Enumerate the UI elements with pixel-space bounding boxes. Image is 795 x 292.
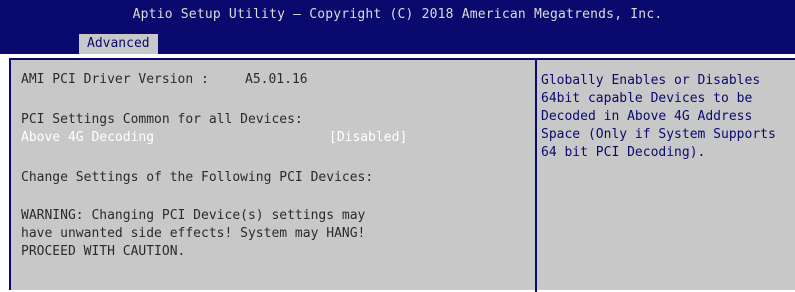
change-settings-heading: Change Settings of the Following PCI Dev… [21, 170, 374, 185]
pci-settings-common-heading: PCI Settings Common for all Devices: [21, 112, 303, 127]
bios-header: Aptio Setup Utility – Copyright (C) 2018… [0, 0, 795, 54]
warning-line-2: have unwanted side effects! System may H… [21, 226, 366, 241]
warning-line-3: PROCEED WITH CAUTION. [21, 244, 186, 259]
header-title: Aptio Setup Utility – Copyright (C) 2018… [132, 7, 663, 22]
driver-version-value: A5.01.16 [245, 72, 308, 87]
settings-panel: AMI PCI Driver Version : A5.01.16 PCI Se… [9, 58, 795, 292]
panel-divider [535, 60, 537, 292]
tab-advanced[interactable]: Advanced [79, 34, 158, 54]
driver-version-label: AMI PCI Driver Version : [21, 72, 209, 87]
warning-line-1: WARNING: Changing PCI Device(s) settings… [21, 208, 366, 223]
above-4g-decoding-value[interactable]: [Disabled] [329, 130, 407, 146]
above-4g-decoding-label[interactable]: Above 4G Decoding [21, 130, 154, 146]
help-text: Globally Enables or Disables 64bit capab… [541, 73, 776, 160]
